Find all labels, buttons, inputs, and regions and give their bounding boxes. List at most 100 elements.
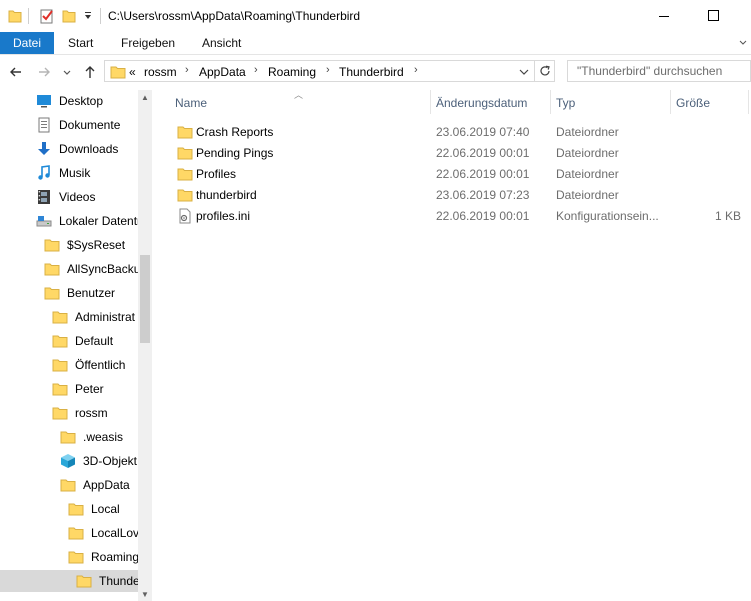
- file-row[interactable]: profiles.ini 22.06.2019 00:01 Konfiguratio…: [171, 205, 751, 226]
- file-type: Dateiordner: [556, 188, 619, 202]
- address-bar[interactable]: « rossm › AppData › Roaming › Thunderbir…: [104, 60, 555, 82]
- sidebar-item[interactable]: Benutzer: [0, 282, 138, 304]
- title-bar: C:\Users\rossm\AppData\Roaming\Thunderbi…: [0, 0, 751, 32]
- file-date: 22.06.2019 00:01: [436, 209, 530, 223]
- breadcrumb-roaming[interactable]: Roaming: [268, 65, 316, 79]
- separator: [28, 8, 29, 24]
- folder-icon: [52, 381, 68, 397]
- expand-ribbon-icon[interactable]: [738, 38, 748, 48]
- sidebar-item[interactable]: Downloads: [0, 138, 138, 160]
- tab-ansicht[interactable]: Ansicht: [202, 32, 241, 54]
- tab-datei[interactable]: Datei: [0, 32, 54, 54]
- sidebar-item[interactable]: LocalLov: [0, 522, 138, 544]
- file-row[interactable]: Pending Pings 22.06.2019 00:01 Dateiordner: [171, 142, 751, 163]
- sidebar-item[interactable]: Musik: [0, 162, 138, 184]
- sidebar-scrollbar[interactable]: ▲ ▼: [138, 90, 152, 601]
- folder-icon: [44, 285, 60, 301]
- folder-icon: [44, 237, 60, 253]
- sidebar-item[interactable]: AllSyncBacku: [0, 258, 138, 280]
- sidebar-item[interactable]: Peter: [0, 378, 138, 400]
- sidebar-item-label: Öffentlich: [75, 358, 126, 372]
- column-header-size[interactable]: Größe: [676, 96, 710, 110]
- file-type: Dateiordner: [556, 146, 619, 160]
- tab-start[interactable]: Start: [68, 32, 93, 54]
- breadcrumb-appdata[interactable]: AppData: [199, 65, 246, 79]
- 3d-objects-icon: [60, 453, 76, 469]
- settings-file-icon: [177, 208, 193, 224]
- separator: [534, 61, 535, 81]
- sidebar-item[interactable]: Dokumente: [0, 114, 138, 136]
- sidebar-item[interactable]: Desktop: [0, 90, 138, 112]
- drive-icon: [36, 213, 52, 229]
- forward-arrow-icon[interactable]: [34, 62, 54, 82]
- sidebar-item[interactable]: Administrat: [0, 306, 138, 328]
- file-date: 23.06.2019 07:23: [436, 188, 530, 202]
- breadcrumb-overflow[interactable]: «: [129, 65, 136, 79]
- file-row[interactable]: Crash Reports 23.06.2019 07:40 Dateiordner: [171, 121, 751, 142]
- folder-icon: [68, 549, 84, 565]
- chevron-right-icon[interactable]: ›: [254, 64, 258, 76]
- folder-icon: [76, 573, 92, 589]
- column-header-date[interactable]: Änderungsdatum: [436, 96, 527, 110]
- column-divider[interactable]: [670, 90, 671, 114]
- refresh-icon[interactable]: [538, 64, 552, 78]
- sidebar-item[interactable]: AppData: [0, 474, 138, 496]
- new-folder-icon[interactable]: [62, 8, 76, 24]
- breadcrumb-rossm[interactable]: rossm: [144, 65, 177, 79]
- sidebar-item[interactable]: Default: [0, 330, 138, 352]
- sidebar-item[interactable]: Videos: [0, 186, 138, 208]
- back-arrow-icon[interactable]: [6, 62, 26, 82]
- tab-freigeben[interactable]: Freigeben: [121, 32, 175, 54]
- file-name: profiles.ini: [196, 209, 251, 223]
- file-row[interactable]: thunderbird 23.06.2019 07:23 Dateiordner: [171, 184, 751, 205]
- music-note-icon: [36, 165, 52, 181]
- column-divider[interactable]: [550, 90, 551, 114]
- sidebar-item[interactable]: .weasis: [0, 426, 138, 448]
- sidebar-item-label: AppData: [83, 478, 130, 492]
- sidebar-item[interactable]: Öffentlich: [0, 354, 138, 376]
- minimize-icon[interactable]: [641, 4, 687, 28]
- folder-icon: [177, 166, 193, 182]
- chevron-right-icon[interactable]: ›: [414, 64, 418, 76]
- sidebar-item-label: Peter: [75, 382, 104, 396]
- sidebar-item[interactable]: 3D-Objekt: [0, 450, 138, 472]
- column-header-type[interactable]: Typ: [556, 96, 575, 110]
- file-date: 22.06.2019 00:01: [436, 146, 530, 160]
- sidebar-item[interactable]: rossm: [0, 402, 138, 424]
- customize-dropdown-icon[interactable]: [83, 8, 93, 24]
- folder-icon: [177, 124, 193, 140]
- sidebar-item-label: Lokaler Datentr: [59, 214, 138, 228]
- sidebar-item[interactable]: Lokaler Datentr: [0, 210, 138, 232]
- chevron-right-icon[interactable]: ›: [185, 64, 189, 76]
- recent-locations-icon[interactable]: [60, 62, 74, 82]
- properties-icon[interactable]: [39, 8, 55, 24]
- sidebar-item[interactable]: $SysReset: [0, 234, 138, 256]
- folder-icon: [52, 357, 68, 373]
- scrollbar-thumb[interactable]: [140, 255, 150, 343]
- sidebar-item[interactable]: Roaming: [0, 546, 138, 568]
- column-divider[interactable]: [748, 90, 749, 114]
- scroll-down-icon[interactable]: ▼: [141, 590, 149, 599]
- sidebar-item-label: Desktop: [59, 94, 104, 108]
- breadcrumb-thunderbird[interactable]: Thunderbird: [339, 65, 404, 79]
- sidebar-item[interactable]: Thunde: [0, 570, 138, 592]
- sidebar-item-label: Default: [75, 334, 114, 348]
- chevron-down-icon[interactable]: [518, 66, 530, 78]
- maximize-icon[interactable]: [690, 4, 736, 28]
- column-header-name[interactable]: Name: [175, 96, 207, 110]
- sidebar-item-label: Local: [91, 502, 120, 516]
- column-divider[interactable]: [430, 90, 431, 114]
- desktop-icon: [36, 93, 52, 109]
- sidebar-item[interactable]: Local: [0, 498, 138, 520]
- folder-icon: [68, 525, 84, 541]
- scroll-up-icon[interactable]: ▲: [141, 93, 149, 102]
- separator: [100, 8, 101, 24]
- folder-icon: [110, 66, 126, 79]
- sidebar-item-label: Thunde: [99, 574, 138, 588]
- sidebar-item-label: Videos: [59, 190, 96, 204]
- chevron-right-icon[interactable]: ›: [326, 64, 330, 76]
- file-row[interactable]: Profiles 22.06.2019 00:01 Dateiordner: [171, 163, 751, 184]
- up-arrow-icon[interactable]: [80, 62, 100, 82]
- file-name: Crash Reports: [196, 125, 274, 139]
- search-input[interactable]: "Thunderbird" durchsuchen: [567, 60, 751, 82]
